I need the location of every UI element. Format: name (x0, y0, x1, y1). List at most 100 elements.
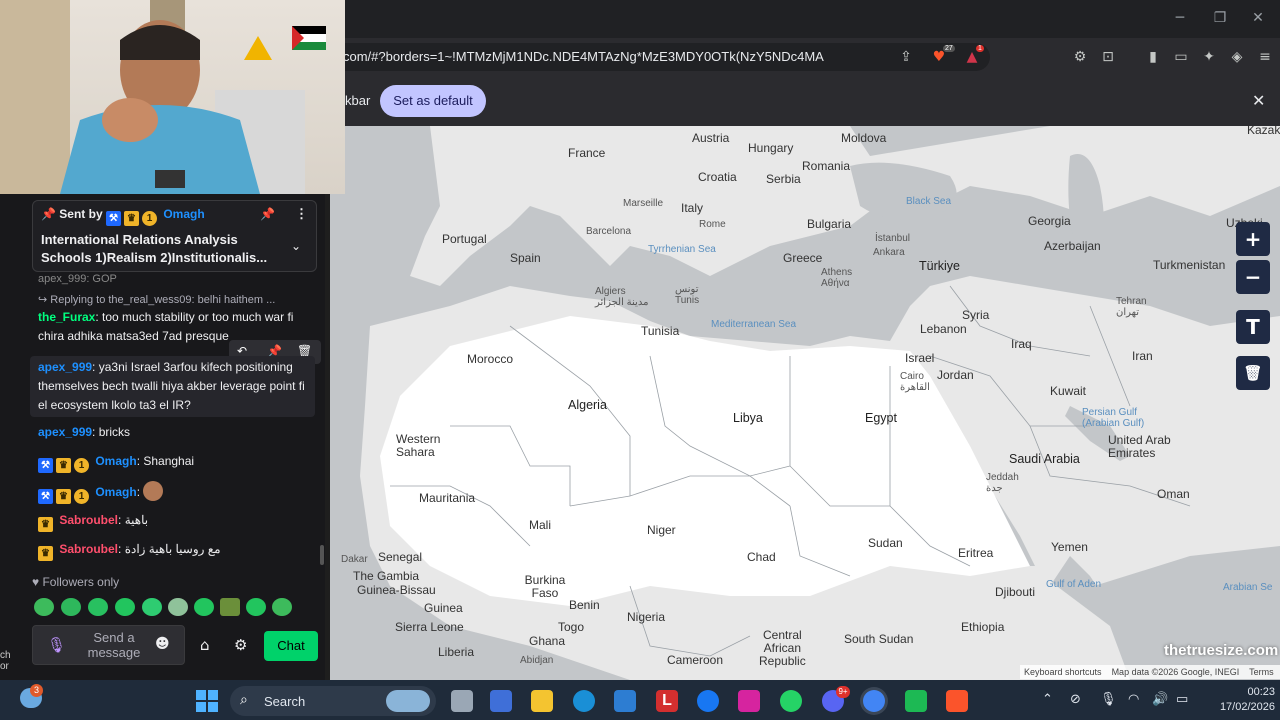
more-options-icon[interactable]: ⋮ (295, 206, 308, 222)
address-bar-url[interactable]: com/#?borders=1~!MTMzMjM1NDc.NDE4MTAzNg*… (343, 49, 824, 64)
emote-icon[interactable] (246, 598, 266, 616)
chat-username[interactable]: Omagh (95, 485, 136, 499)
microphone-icon[interactable]: 🎙 (47, 636, 66, 654)
unpin-icon[interactable]: 📌 (260, 207, 275, 221)
emote-icon[interactable] (142, 598, 162, 616)
label-ethiopia: Ethiopia (961, 620, 1005, 634)
emote-icon[interactable] (194, 598, 214, 616)
pinned-message[interactable]: 📌 Sent by ⚒ ♛ 1 Omagh 📌 ⋮ International Re… (32, 200, 317, 272)
label-morocco: Morocco (467, 352, 514, 366)
chevron-down-icon[interactable]: ⌄ (291, 239, 301, 253)
label-chad: Chad (747, 550, 776, 564)
crown-badge-icon: ♛ (56, 458, 71, 473)
label-libya: Libya (733, 411, 763, 425)
facebook-icon[interactable] (697, 690, 719, 712)
chat-scrollbar[interactable] (320, 545, 324, 565)
chat-message[interactable]: ⚒ ♛ 1 Omagh: Shanghai (38, 452, 194, 473)
vpn-icon[interactable]: ◈ (1227, 47, 1247, 67)
task-view-icon[interactable] (451, 690, 473, 712)
chat-username[interactable]: Sabroubel (59, 513, 118, 527)
store-app-icon[interactable] (614, 690, 636, 712)
chat-send-button[interactable]: Chat (264, 631, 318, 661)
chat-message[interactable]: ⚒ ♛ 1 Omagh: (38, 481, 164, 504)
chat-username[interactable]: Sabroubel (59, 542, 118, 556)
settings-icon[interactable]: ⚙ (234, 636, 247, 654)
label-tunisia: Tunisia (641, 324, 680, 338)
close-infobar-icon[interactable]: ✕ (1252, 91, 1265, 110)
label-iran: Iran (1132, 349, 1153, 363)
chat-message-highlighted[interactable]: apex_999: ya3ni Israel 3arfou kifech pos… (30, 356, 315, 417)
clock[interactable]: 00:23 17/02/2026 (1205, 685, 1275, 715)
network-off-icon[interactable]: ⊘ (1070, 692, 1081, 707)
keyboard-shortcuts-link[interactable]: Keyboard shortcuts (1024, 667, 1102, 677)
chat-input-placeholder[interactable]: Send a message (79, 630, 149, 660)
microphone-tray-icon[interactable]: 🎙 (1100, 692, 1117, 707)
emote-icon[interactable] (88, 598, 108, 616)
tray-chevron-icon[interactable]: ⌃ (1042, 692, 1053, 707)
label-moldova: Moldova (841, 131, 887, 145)
android-app-icon[interactable] (905, 690, 927, 712)
emote-icon[interactable] (220, 598, 240, 616)
whatsapp-icon[interactable] (780, 690, 802, 712)
m365-icon[interactable] (490, 690, 512, 712)
maximize-icon[interactable]: ❐ (1210, 8, 1230, 28)
emote-icon[interactable] (168, 598, 188, 616)
wallet-icon[interactable]: ▭ (1171, 47, 1191, 67)
leo-ai-icon[interactable]: ✦ (1199, 47, 1219, 67)
clock-date: 17/02/2026 (1219, 701, 1275, 713)
store-icon[interactable]: ⌂ (200, 636, 210, 654)
chat-input[interactable]: 🎙 Send a message ☻ (32, 625, 185, 665)
search-icon: ⌕ (240, 692, 248, 708)
chat-username[interactable]: apex_999 (38, 360, 92, 374)
emote-icon[interactable] (61, 598, 81, 616)
chat-username[interactable]: the_Furax (38, 310, 95, 324)
start-icon[interactable] (196, 690, 218, 712)
minimize-icon[interactable]: ─ (1170, 8, 1190, 28)
zoom-in-button[interactable]: + (1236, 222, 1270, 256)
file-explorer-icon[interactable] (531, 690, 553, 712)
label-portugal: Portugal (442, 232, 487, 246)
volume-icon[interactable]: 🔊 (1152, 692, 1168, 707)
taskbar-search[interactable]: ⌕ Search (230, 686, 436, 716)
emote-picker-icon[interactable]: ☻ (155, 636, 170, 652)
emote-icon[interactable] (272, 598, 292, 616)
label-istanbul: İstanbul (875, 233, 911, 244)
l-app-icon[interactable]: L (656, 690, 678, 712)
close-window-icon[interactable]: ✕ (1248, 8, 1268, 28)
chat-message[interactable]: ♛ Sabroubel: مع روسيا باهية زادة (38, 540, 221, 561)
text-tool-button[interactable]: T (1236, 310, 1270, 344)
share-icon[interactable]: ⇪ (896, 47, 916, 67)
label-syria: Syria (962, 308, 990, 322)
chat-message[interactable]: apex_999: bricks (38, 423, 130, 442)
edge-icon[interactable] (573, 690, 595, 712)
emote-icon[interactable] (115, 598, 135, 616)
tab-search-icon[interactable]: ⊡ (1098, 47, 1118, 67)
instagram-icon[interactable] (738, 690, 760, 712)
emote-icon[interactable] (34, 598, 54, 616)
badge-icon: ⚒ (38, 458, 53, 473)
set-as-default-button[interactable]: Set as default (380, 85, 486, 117)
label-marseille: Marseille (623, 198, 664, 209)
label-yemen: Yemen (1051, 540, 1088, 554)
zoom-out-button[interactable]: − (1236, 260, 1270, 294)
brave-icon[interactable] (946, 690, 968, 712)
terms-link[interactable]: Terms (1249, 667, 1274, 677)
chrome-icon[interactable] (863, 690, 885, 712)
battery-icon[interactable]: ▭ (1176, 692, 1188, 707)
trash-button[interactable]: 🗑 (1236, 356, 1270, 390)
chat-message[interactable]: ♛ Sabroubel: باهية (38, 511, 148, 532)
search-placeholder: Search (264, 694, 306, 709)
menu-icon[interactable]: ≡ (1255, 47, 1275, 67)
label-austria: Austria (692, 131, 730, 145)
label-eritrea: Eritrea (958, 546, 994, 560)
chat-username[interactable]: Omagh (95, 454, 136, 468)
map-canvas[interactable]: France Austria Hungary Moldova Romania C… (330, 126, 1280, 680)
label-tunis: تونس Tunis (675, 284, 700, 306)
chat-text: مع روسيا باهية زادة (124, 542, 221, 556)
label-cairo: Cairo القاهرة (900, 371, 930, 393)
wifi-icon[interactable]: ◠ (1128, 692, 1139, 707)
extensions-icon[interactable]: ⚙ (1070, 47, 1090, 67)
pinned-sender[interactable]: Omagh (163, 207, 204, 221)
chat-username[interactable]: apex_999 (38, 425, 92, 439)
sidebar-icon[interactable]: ▮ (1143, 47, 1163, 67)
